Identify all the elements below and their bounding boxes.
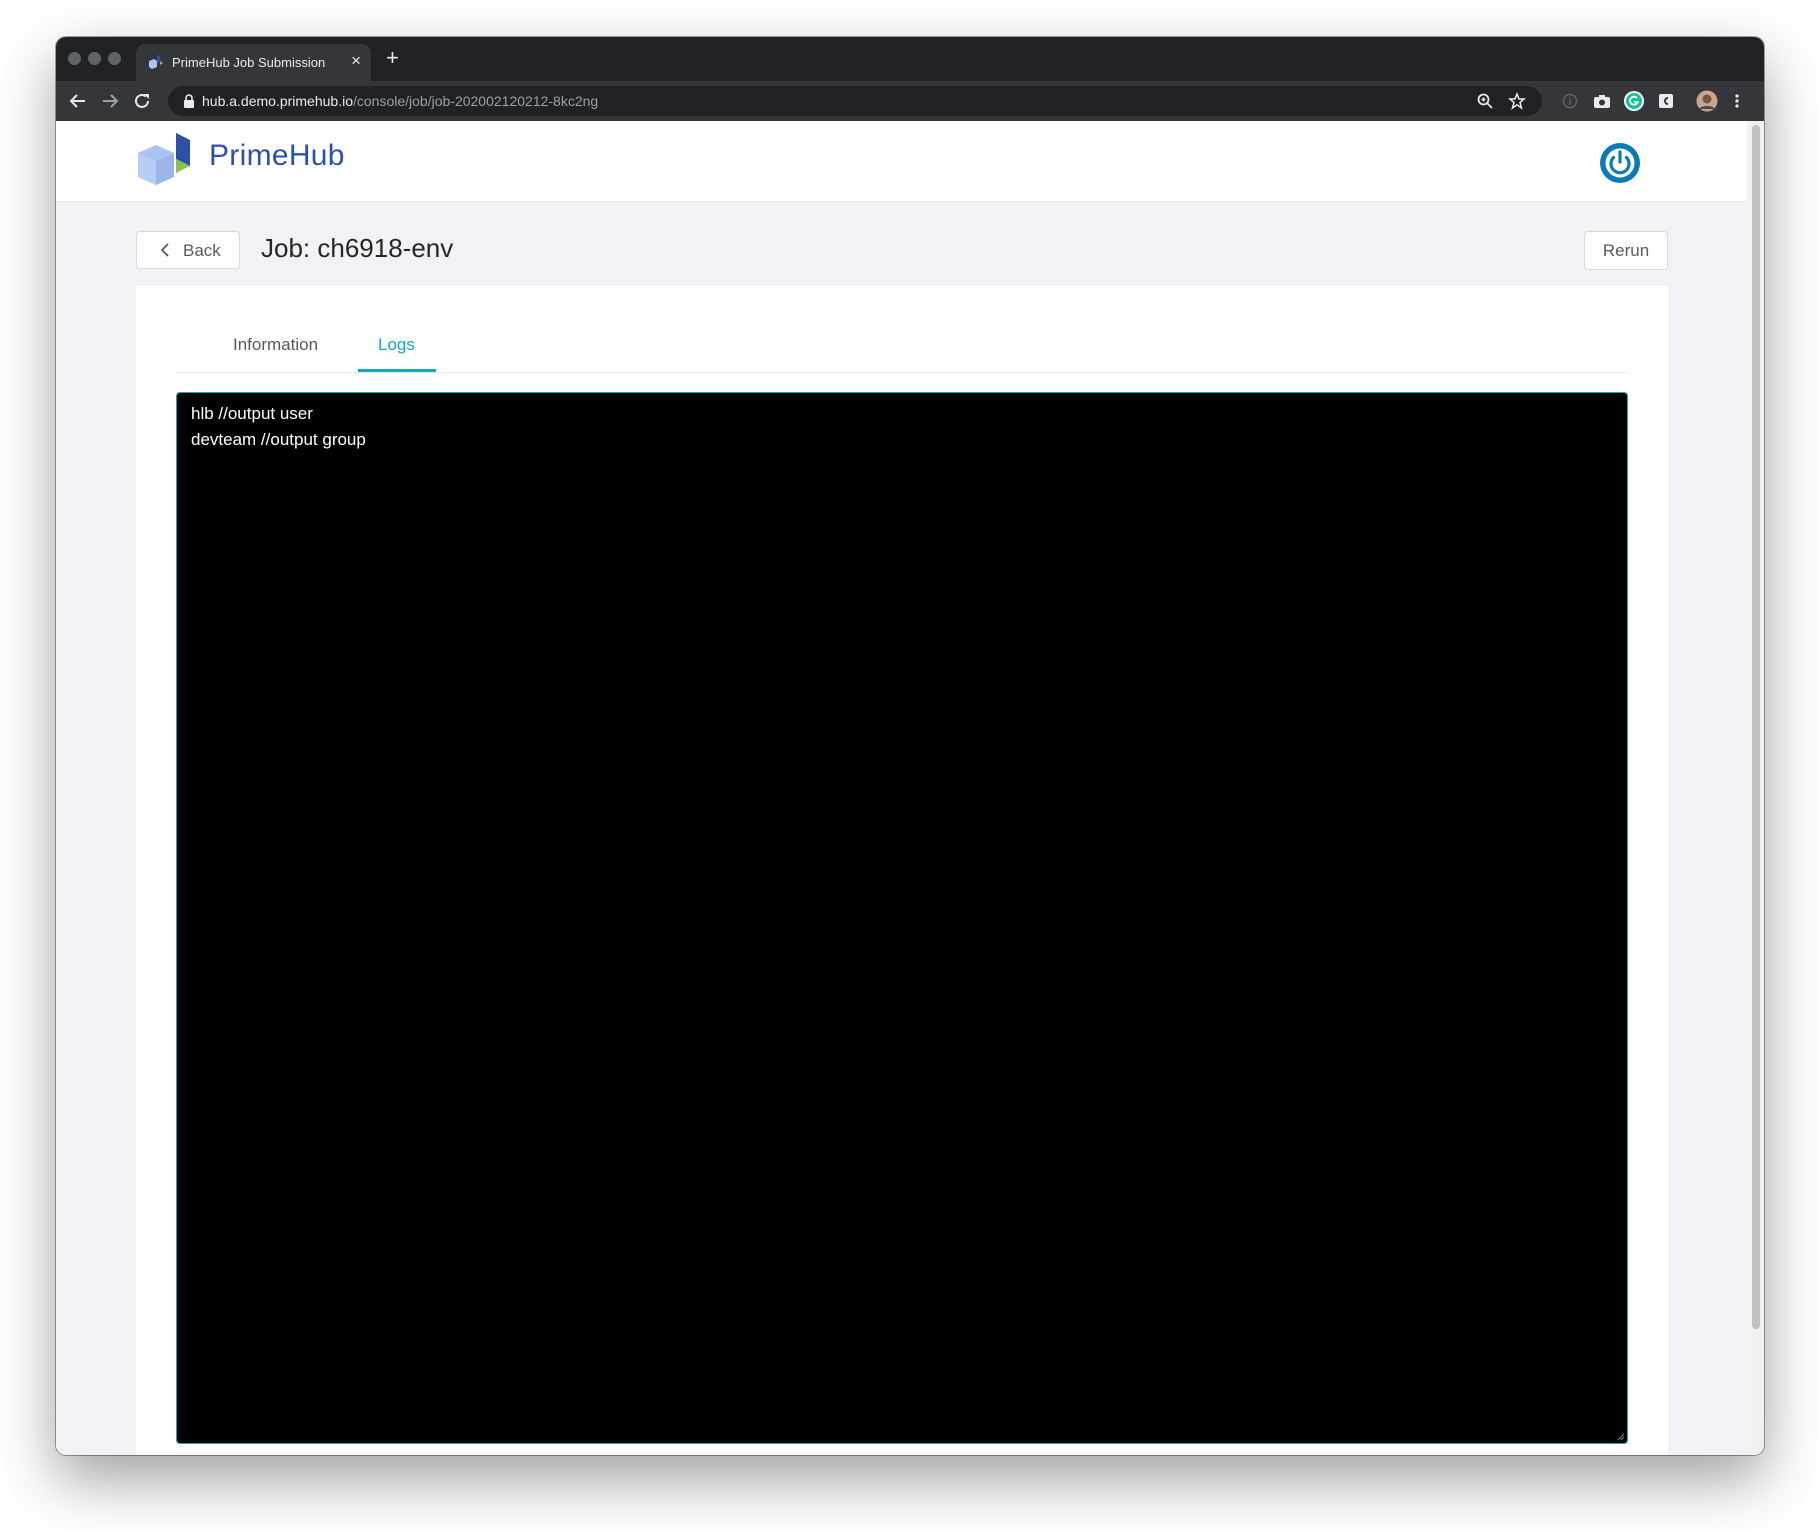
zoom-icon[interactable] xyxy=(1476,92,1494,110)
more-menu-icon[interactable] xyxy=(1726,90,1748,112)
address-bar[interactable]: hub.a.demo.primehub.io/console/job/job-2… xyxy=(168,86,1542,116)
grammarly-icon[interactable] xyxy=(1623,90,1645,112)
maximize-window-dot[interactable] xyxy=(108,52,121,65)
lock-icon xyxy=(184,94,194,108)
primehub-logo-icon[interactable] xyxy=(136,131,200,193)
url-host: hub.a.demo.primehub.io xyxy=(202,93,353,109)
browser-tab[interactable]: PrimeHub Job Submission × xyxy=(136,44,371,81)
scrollbar-thumb[interactable] xyxy=(1752,125,1760,1329)
log-line: hlb //output user xyxy=(191,404,313,423)
browser-tab-strip: PrimeHub Job Submission × + xyxy=(56,37,1764,81)
tab-title: PrimeHub Job Submission xyxy=(172,55,326,70)
tab-close-icon[interactable]: × xyxy=(351,51,361,71)
bookmark-star-icon[interactable] xyxy=(1508,92,1526,110)
minimize-window-dot[interactable] xyxy=(88,52,101,65)
tab-logs[interactable]: Logs xyxy=(378,335,415,355)
back-arrow-icon[interactable] xyxy=(64,87,92,115)
info-icon[interactable] xyxy=(1559,90,1581,112)
browser-toolbar: hub.a.demo.primehub.io/console/job/job-2… xyxy=(56,81,1764,121)
profile-avatar-icon[interactable] xyxy=(1696,90,1718,112)
logo-text: PrimeHub xyxy=(209,139,345,172)
page-content: PrimeHub Back Job: ch6918-env Rerun Info… xyxy=(56,121,1747,1455)
app-header: PrimeHub xyxy=(56,121,1747,202)
tab-bar: Information Logs xyxy=(176,286,1628,373)
log-line: devteam //output group xyxy=(191,430,366,449)
resize-handle-icon[interactable] xyxy=(1615,1431,1625,1441)
url-path: /console/job/job-202002120212-8kc2ng xyxy=(353,93,599,109)
active-tab-indicator xyxy=(358,369,436,372)
browser-window: PrimeHub Job Submission × + hub.a.demo.p… xyxy=(56,37,1764,1455)
page-title: Job: ch6918-env xyxy=(261,233,454,263)
forward-arrow-icon[interactable] xyxy=(96,87,124,115)
extension-icon[interactable] xyxy=(1655,90,1677,112)
power-icon[interactable] xyxy=(1599,142,1641,184)
rerun-button[interactable]: Rerun xyxy=(1584,231,1668,270)
job-detail-card: Information Logs hlb //output user devte… xyxy=(136,286,1668,1455)
new-tab-icon[interactable]: + xyxy=(386,46,399,70)
tab-information[interactable]: Information xyxy=(233,335,318,355)
url-text: hub.a.demo.primehub.io/console/job/job-2… xyxy=(202,93,598,109)
camera-icon[interactable] xyxy=(1591,90,1613,112)
vertical-scrollbar[interactable] xyxy=(1747,121,1764,1455)
chevron-left-icon xyxy=(160,243,169,257)
back-button[interactable]: Back xyxy=(136,231,240,269)
log-output-textarea[interactable]: hlb //output user devteam //output group xyxy=(176,392,1628,1444)
close-window-dot[interactable] xyxy=(68,52,81,65)
reload-icon[interactable] xyxy=(128,87,156,115)
back-button-label: Back xyxy=(183,241,221,260)
primehub-favicon-icon xyxy=(149,55,163,69)
